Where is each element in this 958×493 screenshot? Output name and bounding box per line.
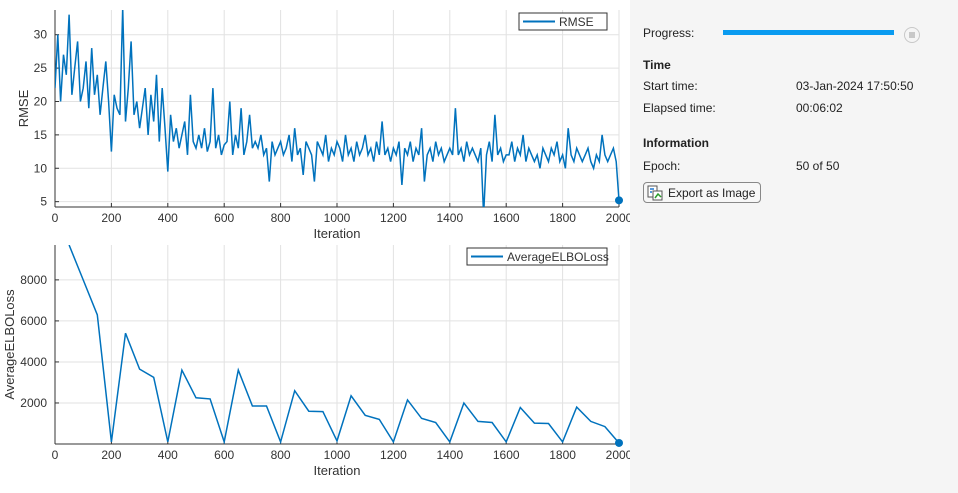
x-tick-label: 600 <box>214 211 234 225</box>
information-heading: Information <box>643 136 709 150</box>
progress-bar-fill <box>723 30 894 35</box>
x-tick-label: 200 <box>101 211 121 225</box>
start-time-label: Start time: <box>643 79 698 93</box>
epoch-label: Epoch: <box>643 159 681 173</box>
x-tick-label: 0 <box>52 211 59 225</box>
progress-label: Progress: <box>643 26 695 40</box>
x-tick-label: 800 <box>271 448 291 462</box>
progress-bar <box>723 30 894 35</box>
y-tick-label: 20 <box>34 94 48 108</box>
elbo-loss-chart: 0 200 400 600 800 1000 1200 1400 1600 1800 2000 200… <box>2 245 630 478</box>
x-tick-label: 400 <box>158 211 178 225</box>
export-as-image-button[interactable]: Export as Image <box>643 182 761 203</box>
stop-button[interactable] <box>904 27 920 43</box>
export-image-icon <box>647 185 663 200</box>
x-tick-label: 1000 <box>324 448 351 462</box>
y-tick-label: 4000 <box>20 355 47 369</box>
x-tick-label: 400 <box>158 448 178 462</box>
x-tick-label: 1400 <box>436 211 463 225</box>
y-tick-label: 30 <box>34 28 48 42</box>
epoch-value: 50 of 50 <box>796 159 840 173</box>
last-point-marker <box>615 196 623 205</box>
y-tick-label: 2000 <box>20 396 47 410</box>
x-tick-label: 2000 <box>606 448 630 462</box>
x-tick-label: 1600 <box>493 211 520 225</box>
x-tick-label: 1800 <box>549 448 576 462</box>
legend-label: RMSE <box>559 15 594 29</box>
x-axis-label: Iteration <box>314 463 361 478</box>
plots-area: 0 200 400 600 800 1000 1200 1400 1600 1800 2000 5 10… <box>0 0 630 493</box>
x-tick-label: 1000 <box>324 211 351 225</box>
y-tick-label: 5 <box>40 195 47 209</box>
last-point-marker <box>615 438 623 447</box>
legend-label: AverageELBOLoss <box>507 250 609 264</box>
x-tick-label: 1400 <box>436 448 463 462</box>
elapsed-time-label: Elapsed time: <box>643 101 716 115</box>
y-tick-label: 15 <box>34 128 48 142</box>
x-tick-label: 0 <box>52 448 59 462</box>
y-axis-label: RMSE <box>16 89 31 127</box>
y-axis-label: AverageELBOLoss <box>2 289 17 400</box>
elapsed-time-value: 00:06:02 <box>796 101 843 115</box>
x-tick-label: 1200 <box>380 448 407 462</box>
x-tick-label: 600 <box>214 448 234 462</box>
x-tick-label: 1200 <box>380 211 407 225</box>
start-time-value: 03-Jan-2024 17:50:50 <box>796 79 914 93</box>
y-tick-label: 10 <box>34 161 48 175</box>
x-axis-label: Iteration <box>314 226 361 241</box>
x-tick-label: 2000 <box>606 211 630 225</box>
x-tick-label: 1800 <box>549 211 576 225</box>
time-heading: Time <box>643 58 671 72</box>
x-tick-label: 1600 <box>493 448 520 462</box>
y-tick-label: 25 <box>34 61 48 75</box>
stop-icon <box>909 32 915 38</box>
export-as-image-label: Export as Image <box>668 185 756 200</box>
x-tick-label: 200 <box>101 448 121 462</box>
y-tick-label: 6000 <box>20 314 47 328</box>
x-tick-label: 800 <box>271 211 291 225</box>
rmse-chart: 0 200 400 600 800 1000 1200 1400 1600 1800 2000 5 10… <box>16 10 630 241</box>
y-tick-label: 8000 <box>20 273 47 287</box>
